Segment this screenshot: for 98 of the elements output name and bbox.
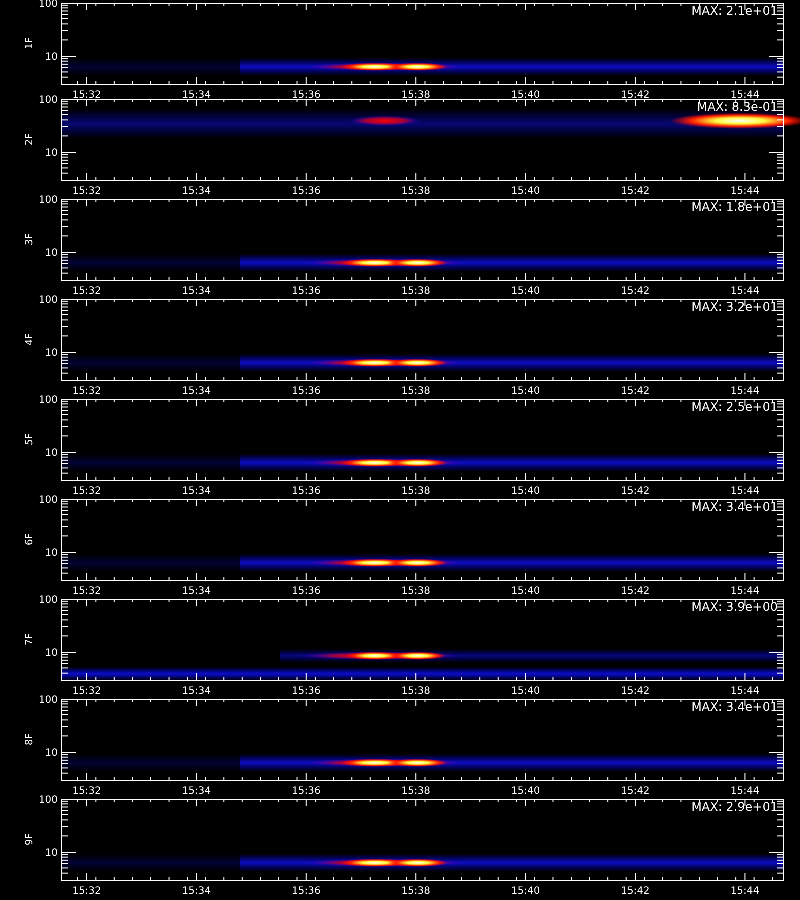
tick-label: 100	[38, 195, 58, 206]
tick-label: 15:44	[730, 186, 760, 197]
tick-label: 15:32	[72, 786, 102, 797]
tick-label: 15:32	[72, 90, 102, 101]
tick-label: 100	[38, 295, 58, 306]
tick-label: 15:40	[511, 186, 540, 197]
tick-label: 15:38	[402, 586, 431, 597]
tick-label: 100	[38, 395, 58, 406]
max-value-label: MAX: 2.5e+01	[692, 400, 778, 414]
tick-label: 15:44	[730, 586, 760, 597]
tick-label: 100	[38, 695, 58, 706]
channel-label: 2F	[24, 133, 36, 146]
tick-label: 15:34	[182, 90, 212, 101]
tick-label: 15:38	[402, 186, 431, 197]
tick-label: 15:36	[292, 286, 321, 297]
tick-label: 100	[38, 495, 58, 506]
tick-label: 10	[45, 52, 58, 64]
tick-label: 15:42	[621, 686, 650, 697]
tick-label: 15:44	[730, 686, 760, 697]
max-value-label: MAX: 3.4e+01	[692, 700, 778, 714]
tick-label: 15:36	[292, 786, 321, 797]
tick-label: 15:42	[621, 386, 650, 397]
tick-label: 15:40	[511, 586, 540, 597]
tick-label: 15:32	[72, 686, 102, 697]
tick-label: 15:42	[621, 286, 650, 297]
tick-label: 15:38	[402, 686, 431, 697]
tick-label: 15:42	[621, 186, 650, 197]
tick-label: 15:34	[182, 286, 212, 297]
tick-label: 15:40	[511, 386, 540, 397]
channel-label: 8F	[24, 733, 36, 746]
tick-label: 10	[45, 848, 58, 860]
tick-label: 15:36	[292, 486, 321, 497]
tick-label: 15:42	[621, 90, 650, 101]
tick-label: 10	[45, 748, 58, 760]
tick-label: 15:38	[402, 90, 431, 101]
tick-label: 15:42	[621, 886, 650, 897]
tick-label: 15:32	[72, 486, 102, 497]
tick-label: 15:42	[621, 586, 650, 597]
tick-label: 100	[38, 795, 58, 806]
tick-label: 15:34	[182, 186, 212, 197]
tick-label: 15:32	[72, 186, 102, 197]
channel-label: 7F	[24, 633, 36, 646]
tick-label: 10	[45, 248, 58, 260]
tick-label: 15:34	[182, 386, 212, 397]
tick-label: 15:42	[621, 486, 650, 497]
tick-label: 15:44	[730, 286, 760, 297]
tick-label: 10	[45, 548, 58, 560]
channel-label: 6F	[24, 533, 36, 546]
max-value-label: MAX: 3.9e+00	[692, 600, 778, 614]
tick-label: 15:44	[730, 886, 760, 897]
tick-label: 15:36	[292, 686, 321, 697]
tick-label: 15:32	[72, 286, 102, 297]
tick-label: 15:38	[402, 386, 431, 397]
tick-label: 15:36	[292, 886, 321, 897]
channel-label: 1F	[24, 37, 36, 50]
tick-label: 15:34	[182, 586, 212, 597]
tick-label: 15:40	[511, 686, 540, 697]
channel-label: 5F	[24, 433, 36, 446]
tick-label: 15:34	[182, 686, 212, 697]
max-value-label: MAX: 2.9e+01	[692, 800, 778, 814]
tick-label: 100	[38, 95, 58, 106]
tick-label: 15:34	[182, 786, 212, 797]
tick-label: 15:44	[730, 786, 760, 797]
tick-label: 15:44	[730, 486, 760, 497]
tick-label: 15:36	[292, 386, 321, 397]
tick-label: 15:44	[730, 386, 760, 397]
tick-label: 15:40	[511, 90, 540, 101]
tick-label: 15:36	[292, 186, 321, 197]
tick-label: 15:34	[182, 486, 212, 497]
tick-label: 10	[45, 448, 58, 460]
tick-label: 15:36	[292, 90, 321, 101]
channel-label: 4F	[24, 333, 36, 346]
tick-label: 15:38	[402, 886, 431, 897]
tick-label: 15:40	[511, 286, 540, 297]
max-value-label: MAX: 3.4e+01	[692, 500, 778, 514]
max-value-label: MAX: 2.1e+01	[692, 4, 778, 18]
tick-label: 15:40	[511, 886, 540, 897]
tick-label: 15:38	[402, 486, 431, 497]
tick-label: 15:36	[292, 586, 321, 597]
tick-label: 15:38	[402, 786, 431, 797]
tick-label: 10	[45, 148, 58, 160]
max-value-label: MAX: 8.3e-01	[697, 100, 778, 114]
tick-label: 15:40	[511, 786, 540, 797]
tick-label: 15:32	[72, 886, 102, 897]
tick-label: 10	[45, 648, 58, 660]
channel-label: 9F	[24, 833, 36, 846]
channel-label: 3F	[24, 233, 36, 246]
max-value-label: MAX: 3.2e+01	[692, 300, 778, 314]
tick-label: 15:42	[621, 786, 650, 797]
tick-label: 15:38	[402, 286, 431, 297]
tick-label: 15:32	[72, 586, 102, 597]
tick-label: 15:40	[511, 486, 540, 497]
tick-label: 100	[38, 595, 58, 606]
max-value-label: MAX: 1.8e+01	[692, 200, 778, 214]
tick-label: 15:44	[730, 90, 760, 101]
tick-label: 10	[45, 348, 58, 360]
tick-label: 15:34	[182, 886, 212, 897]
tick-label: 15:32	[72, 386, 102, 397]
